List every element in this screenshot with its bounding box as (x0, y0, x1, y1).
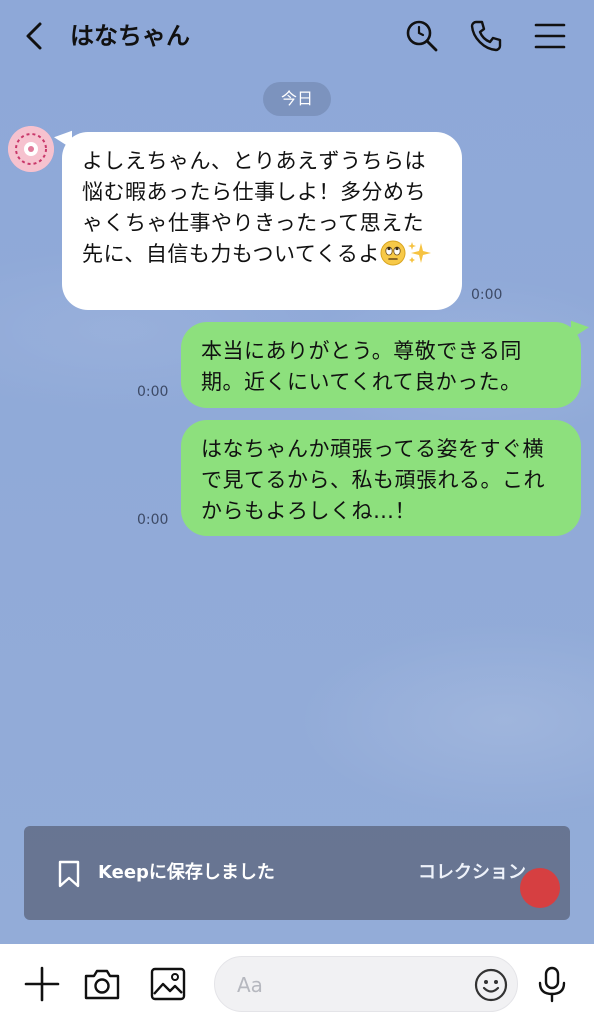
message-text: 本当にありがとう。尊敬できる同期。近くにいてくれて良かった。 (201, 339, 522, 394)
camera-icon (84, 969, 120, 1000)
search-icon (406, 20, 438, 52)
phone-icon (470, 20, 502, 52)
message-time: 0:00 (137, 512, 169, 528)
image-button[interactable] (148, 964, 188, 1004)
message-field[interactable] (214, 956, 518, 1012)
message-time: 0:00 (471, 287, 503, 303)
bookmark-icon (58, 860, 80, 888)
chat-title: はなちゃん (70, 22, 190, 50)
incoming-message[interactable]: よしえちゃん、とりあえずうちらは悩む暇あったら仕事しよ！多分めちゃくちゃ仕事やり… (62, 132, 462, 310)
voice-button[interactable] (532, 964, 572, 1004)
menu-button[interactable] (530, 16, 570, 56)
collection-link[interactable]: コレクション (418, 860, 526, 886)
add-button[interactable] (22, 964, 62, 1004)
call-button[interactable] (466, 16, 506, 56)
outgoing-message[interactable]: はなちゃんか頑張ってる姿をすぐ横で見てるから、私も頑張れる。これからもよろしくね… (181, 420, 581, 536)
avatar[interactable] (8, 126, 54, 172)
back-button[interactable] (18, 18, 52, 54)
keep-saved-toast: Keepに保存しました コレクション (24, 826, 570, 920)
back-arrow-icon (26, 22, 42, 50)
camera-button[interactable] (82, 964, 122, 1004)
emoji-button[interactable] (473, 967, 509, 1003)
toast-message: Keepに保存しました (98, 862, 275, 883)
menu-icon (534, 23, 566, 49)
message-time: 0:00 (137, 384, 169, 400)
message-input-bar (0, 944, 594, 1024)
message-text: よしえちゃん、とりあえずうちらは悩む暇あったら仕事しよ！多分めちゃくちゃ仕事やり… (82, 149, 426, 266)
chat-header: はなちゃん (0, 0, 594, 72)
rolling-eyes-emoji-icon (380, 240, 406, 266)
touch-indicator (520, 868, 560, 908)
mic-icon (538, 966, 566, 1003)
outgoing-message[interactable]: 本当にありがとう。尊敬できる同期。近くにいてくれて良かった。 (181, 322, 581, 408)
avatar-image (8, 126, 54, 172)
date-separator: 今日 (263, 82, 331, 116)
emoji-icon (474, 968, 508, 1002)
plus-icon (24, 966, 60, 1002)
sparkles-emoji-icon (406, 240, 432, 266)
image-icon (150, 967, 186, 1001)
message-text: はなちゃんか頑張ってる姿をすぐ横で見てるから、私も頑張れる。これからもよろしくね… (201, 437, 545, 523)
message-input[interactable] (237, 969, 467, 1001)
search-button[interactable] (402, 16, 442, 56)
